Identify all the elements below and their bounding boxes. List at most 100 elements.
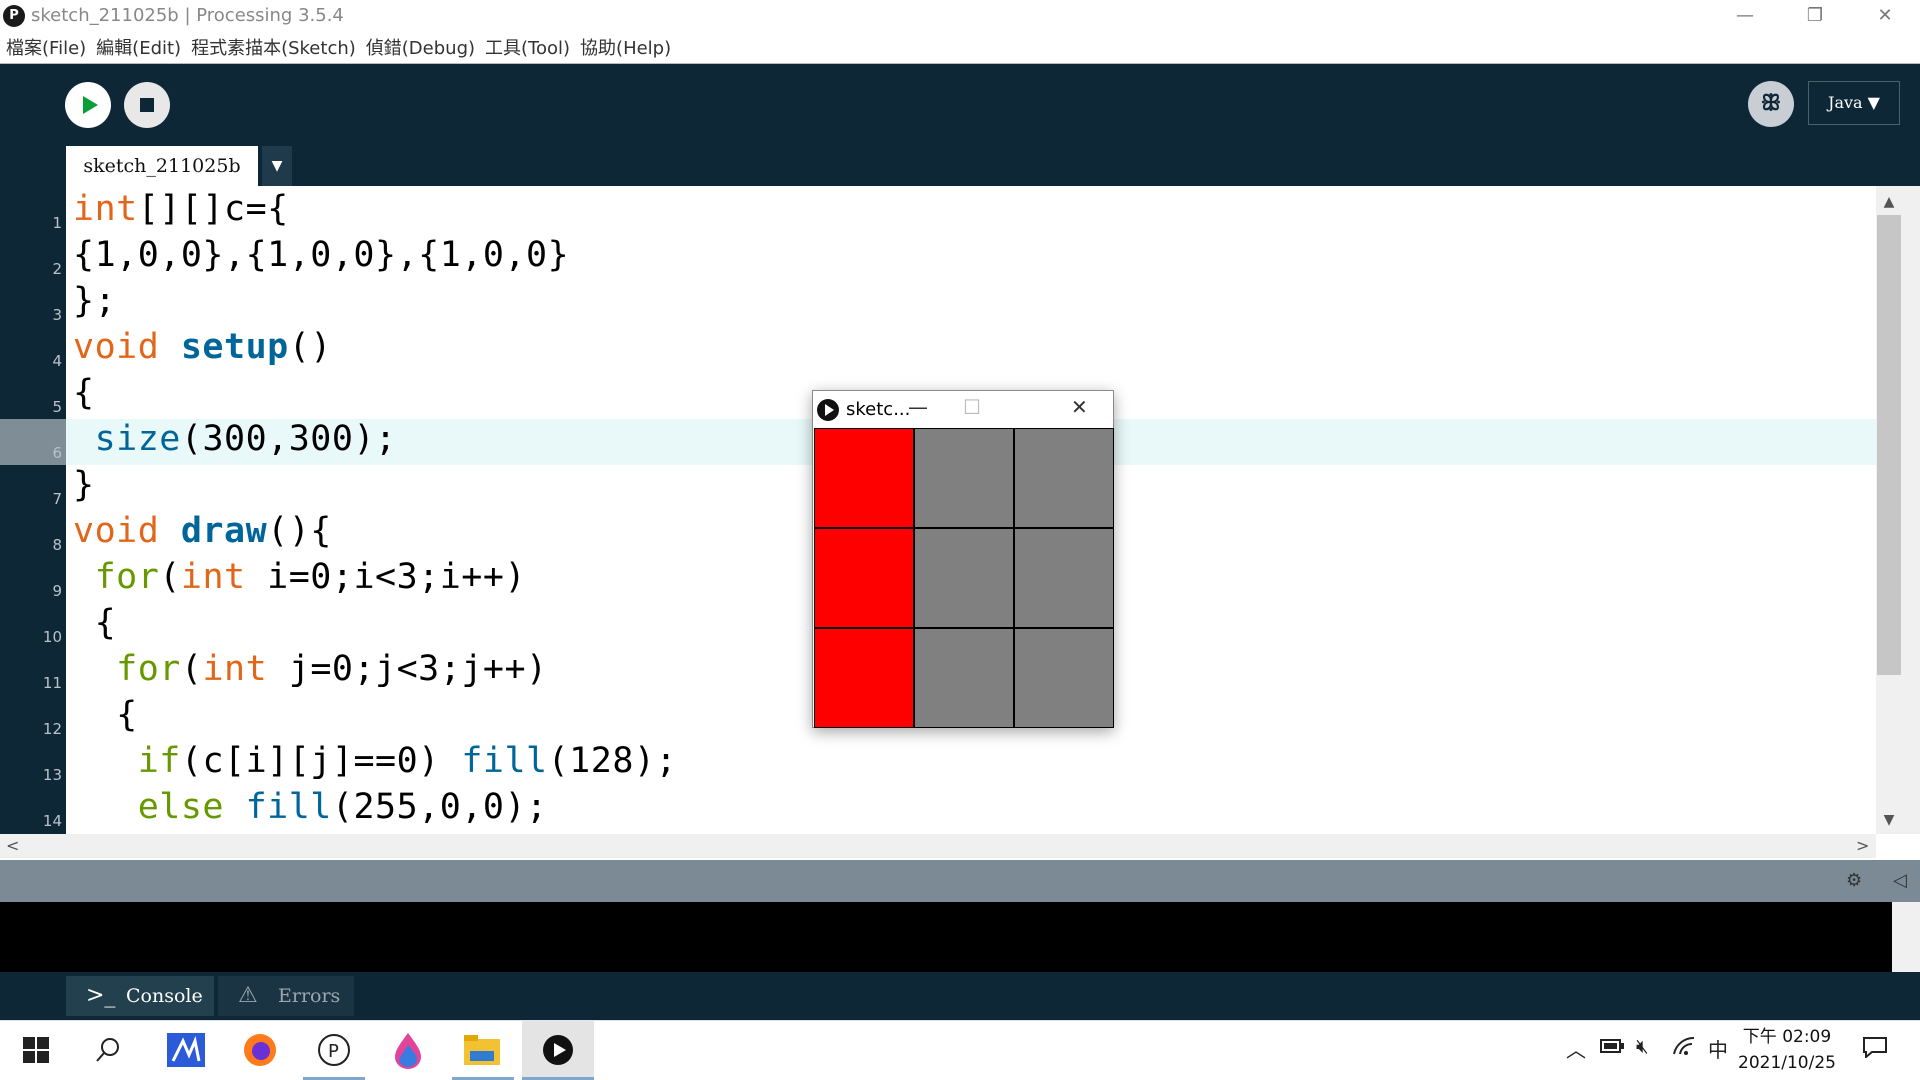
line-number: 9 bbox=[52, 582, 62, 600]
battery-icon[interactable] bbox=[1600, 1034, 1624, 1059]
grid-cell bbox=[1014, 428, 1114, 528]
paint-app-icon[interactable] bbox=[372, 1020, 444, 1080]
code-token: (300,300); bbox=[180, 419, 397, 459]
code-token: (255,0,0); bbox=[331, 787, 548, 827]
tab-errors[interactable]: ⚠ Errors bbox=[218, 976, 354, 1016]
svg-text:P: P bbox=[328, 1041, 339, 1062]
play-icon bbox=[817, 399, 839, 421]
settings-icon[interactable]: ⚙ bbox=[1846, 870, 1862, 891]
grid-cell bbox=[814, 428, 914, 528]
grid-cell bbox=[814, 528, 914, 628]
code-token: draw bbox=[180, 511, 268, 551]
code-line: size(300,300); bbox=[73, 416, 397, 462]
grid-cell bbox=[914, 528, 1014, 628]
menu-file[interactable]: 檔案(File) bbox=[6, 36, 86, 62]
code-line: int[][]c={ bbox=[73, 186, 289, 232]
code-token: ( bbox=[180, 649, 203, 689]
vertical-scroll-thumb[interactable] bbox=[1877, 215, 1901, 675]
file-explorer-icon[interactable] bbox=[446, 1020, 518, 1080]
code-token: i=0;i<3;i++) bbox=[245, 557, 527, 597]
code-line: void draw(){ bbox=[73, 508, 332, 554]
code-token: () bbox=[288, 327, 332, 367]
console-scrollbar[interactable] bbox=[1892, 902, 1920, 972]
menu-tool[interactable]: 工具(Tool) bbox=[485, 36, 570, 62]
stop-button[interactable] bbox=[124, 82, 170, 128]
code-token: ( bbox=[159, 557, 181, 597]
chevron-up-icon[interactable]: ︿ bbox=[1566, 1034, 1586, 1063]
scroll-left-icon[interactable]: < bbox=[6, 836, 19, 855]
code-line: { bbox=[73, 370, 95, 416]
wifi-icon[interactable] bbox=[1672, 1034, 1696, 1061]
line-number: 2 bbox=[52, 260, 62, 278]
sketch-maximize-button[interactable]: ☐ bbox=[963, 395, 981, 419]
sketch-close-button[interactable]: ✕ bbox=[1071, 395, 1088, 419]
volume-muted-icon[interactable]: 🔇︎ bbox=[1636, 1034, 1649, 1058]
window-title: sketch_211025b | Processing 3.5.4 bbox=[31, 5, 344, 26]
tab-errors-label: Errors bbox=[278, 985, 341, 1007]
editor-app-icon[interactable] bbox=[150, 1020, 222, 1080]
code-line: }; bbox=[73, 278, 116, 324]
menu-help[interactable]: 協助(Help) bbox=[580, 36, 671, 62]
mode-select[interactable]: Java ▼ bbox=[1808, 81, 1900, 125]
menu-debug[interactable]: 偵錯(Debug) bbox=[366, 36, 475, 62]
code-line: } bbox=[73, 462, 95, 508]
line-number: 14 bbox=[42, 812, 62, 830]
sketch-taskbar-icon[interactable] bbox=[522, 1020, 594, 1080]
line-number: 10 bbox=[42, 628, 62, 646]
scroll-down-icon[interactable]: ▼ bbox=[1878, 812, 1900, 828]
code-token: { bbox=[73, 603, 117, 643]
notification-icon[interactable] bbox=[1862, 1034, 1888, 1063]
code-token: [][]c={ bbox=[137, 189, 289, 229]
code-token: if bbox=[137, 741, 181, 781]
debugger-button[interactable]: ꕥ bbox=[1748, 81, 1794, 127]
code-token: else bbox=[137, 787, 246, 827]
console-output[interactable] bbox=[0, 902, 1892, 972]
scroll-right-icon[interactable]: > bbox=[1856, 836, 1869, 855]
line-number: 7 bbox=[52, 490, 62, 508]
code-token: }; bbox=[73, 281, 117, 321]
restore-button[interactable]: ❐ bbox=[1780, 0, 1850, 32]
collapse-icon[interactable]: ◁ bbox=[1893, 870, 1907, 891]
line-number: 1 bbox=[52, 214, 62, 232]
code-token: void bbox=[73, 511, 181, 551]
processing-taskbar-icon[interactable]: P bbox=[298, 1020, 370, 1080]
line-number: 5 bbox=[52, 398, 62, 416]
code-line: { bbox=[73, 692, 138, 738]
line-number: 8 bbox=[52, 536, 62, 554]
code-line: { bbox=[73, 600, 116, 646]
sketch-title-bar: sketc... — ☐ ✕ bbox=[813, 391, 1113, 427]
tab-console[interactable]: >_ Console bbox=[66, 976, 214, 1016]
code-token: j=0;j<3;j++) bbox=[267, 649, 548, 689]
tab-console-label: Console bbox=[126, 985, 203, 1007]
scroll-up-icon[interactable]: ▲ bbox=[1878, 194, 1900, 210]
code-token: (){ bbox=[267, 511, 332, 551]
close-button[interactable]: ✕ bbox=[1850, 0, 1920, 32]
firefox-icon[interactable] bbox=[224, 1020, 296, 1080]
sketch-minimize-button[interactable]: — bbox=[908, 395, 928, 419]
clock[interactable]: 下午 02:09 2021/10/25 bbox=[1732, 1024, 1842, 1076]
sketch-canvas[interactable] bbox=[814, 428, 1114, 728]
grid-cell bbox=[914, 628, 1014, 728]
code-token: fill bbox=[245, 787, 332, 827]
menu-edit[interactable]: 編輯(Edit) bbox=[96, 36, 181, 62]
tab-menu-button[interactable]: ▼ bbox=[262, 146, 292, 186]
menu-sketch[interactable]: 程式素描本(Sketch) bbox=[191, 36, 356, 62]
horizontal-scrollbar[interactable] bbox=[0, 834, 1876, 858]
code-token: int bbox=[202, 649, 268, 689]
code-token: (128); bbox=[547, 741, 678, 781]
warning-icon: ⚠ bbox=[238, 983, 258, 1008]
ime-indicator[interactable]: 中 bbox=[1708, 1034, 1728, 1063]
start-icon[interactable] bbox=[0, 1020, 72, 1080]
line-number: 12 bbox=[42, 720, 62, 738]
tab-sketch[interactable]: sketch_211025b bbox=[66, 146, 258, 186]
search-icon[interactable] bbox=[72, 1020, 144, 1080]
code-token: void bbox=[73, 327, 181, 367]
sketch-output-window[interactable]: sketc... — ☐ ✕ bbox=[812, 390, 1114, 728]
code-token: setup bbox=[180, 327, 289, 367]
minimize-button[interactable]: — bbox=[1710, 0, 1780, 32]
run-button[interactable] bbox=[65, 82, 111, 128]
